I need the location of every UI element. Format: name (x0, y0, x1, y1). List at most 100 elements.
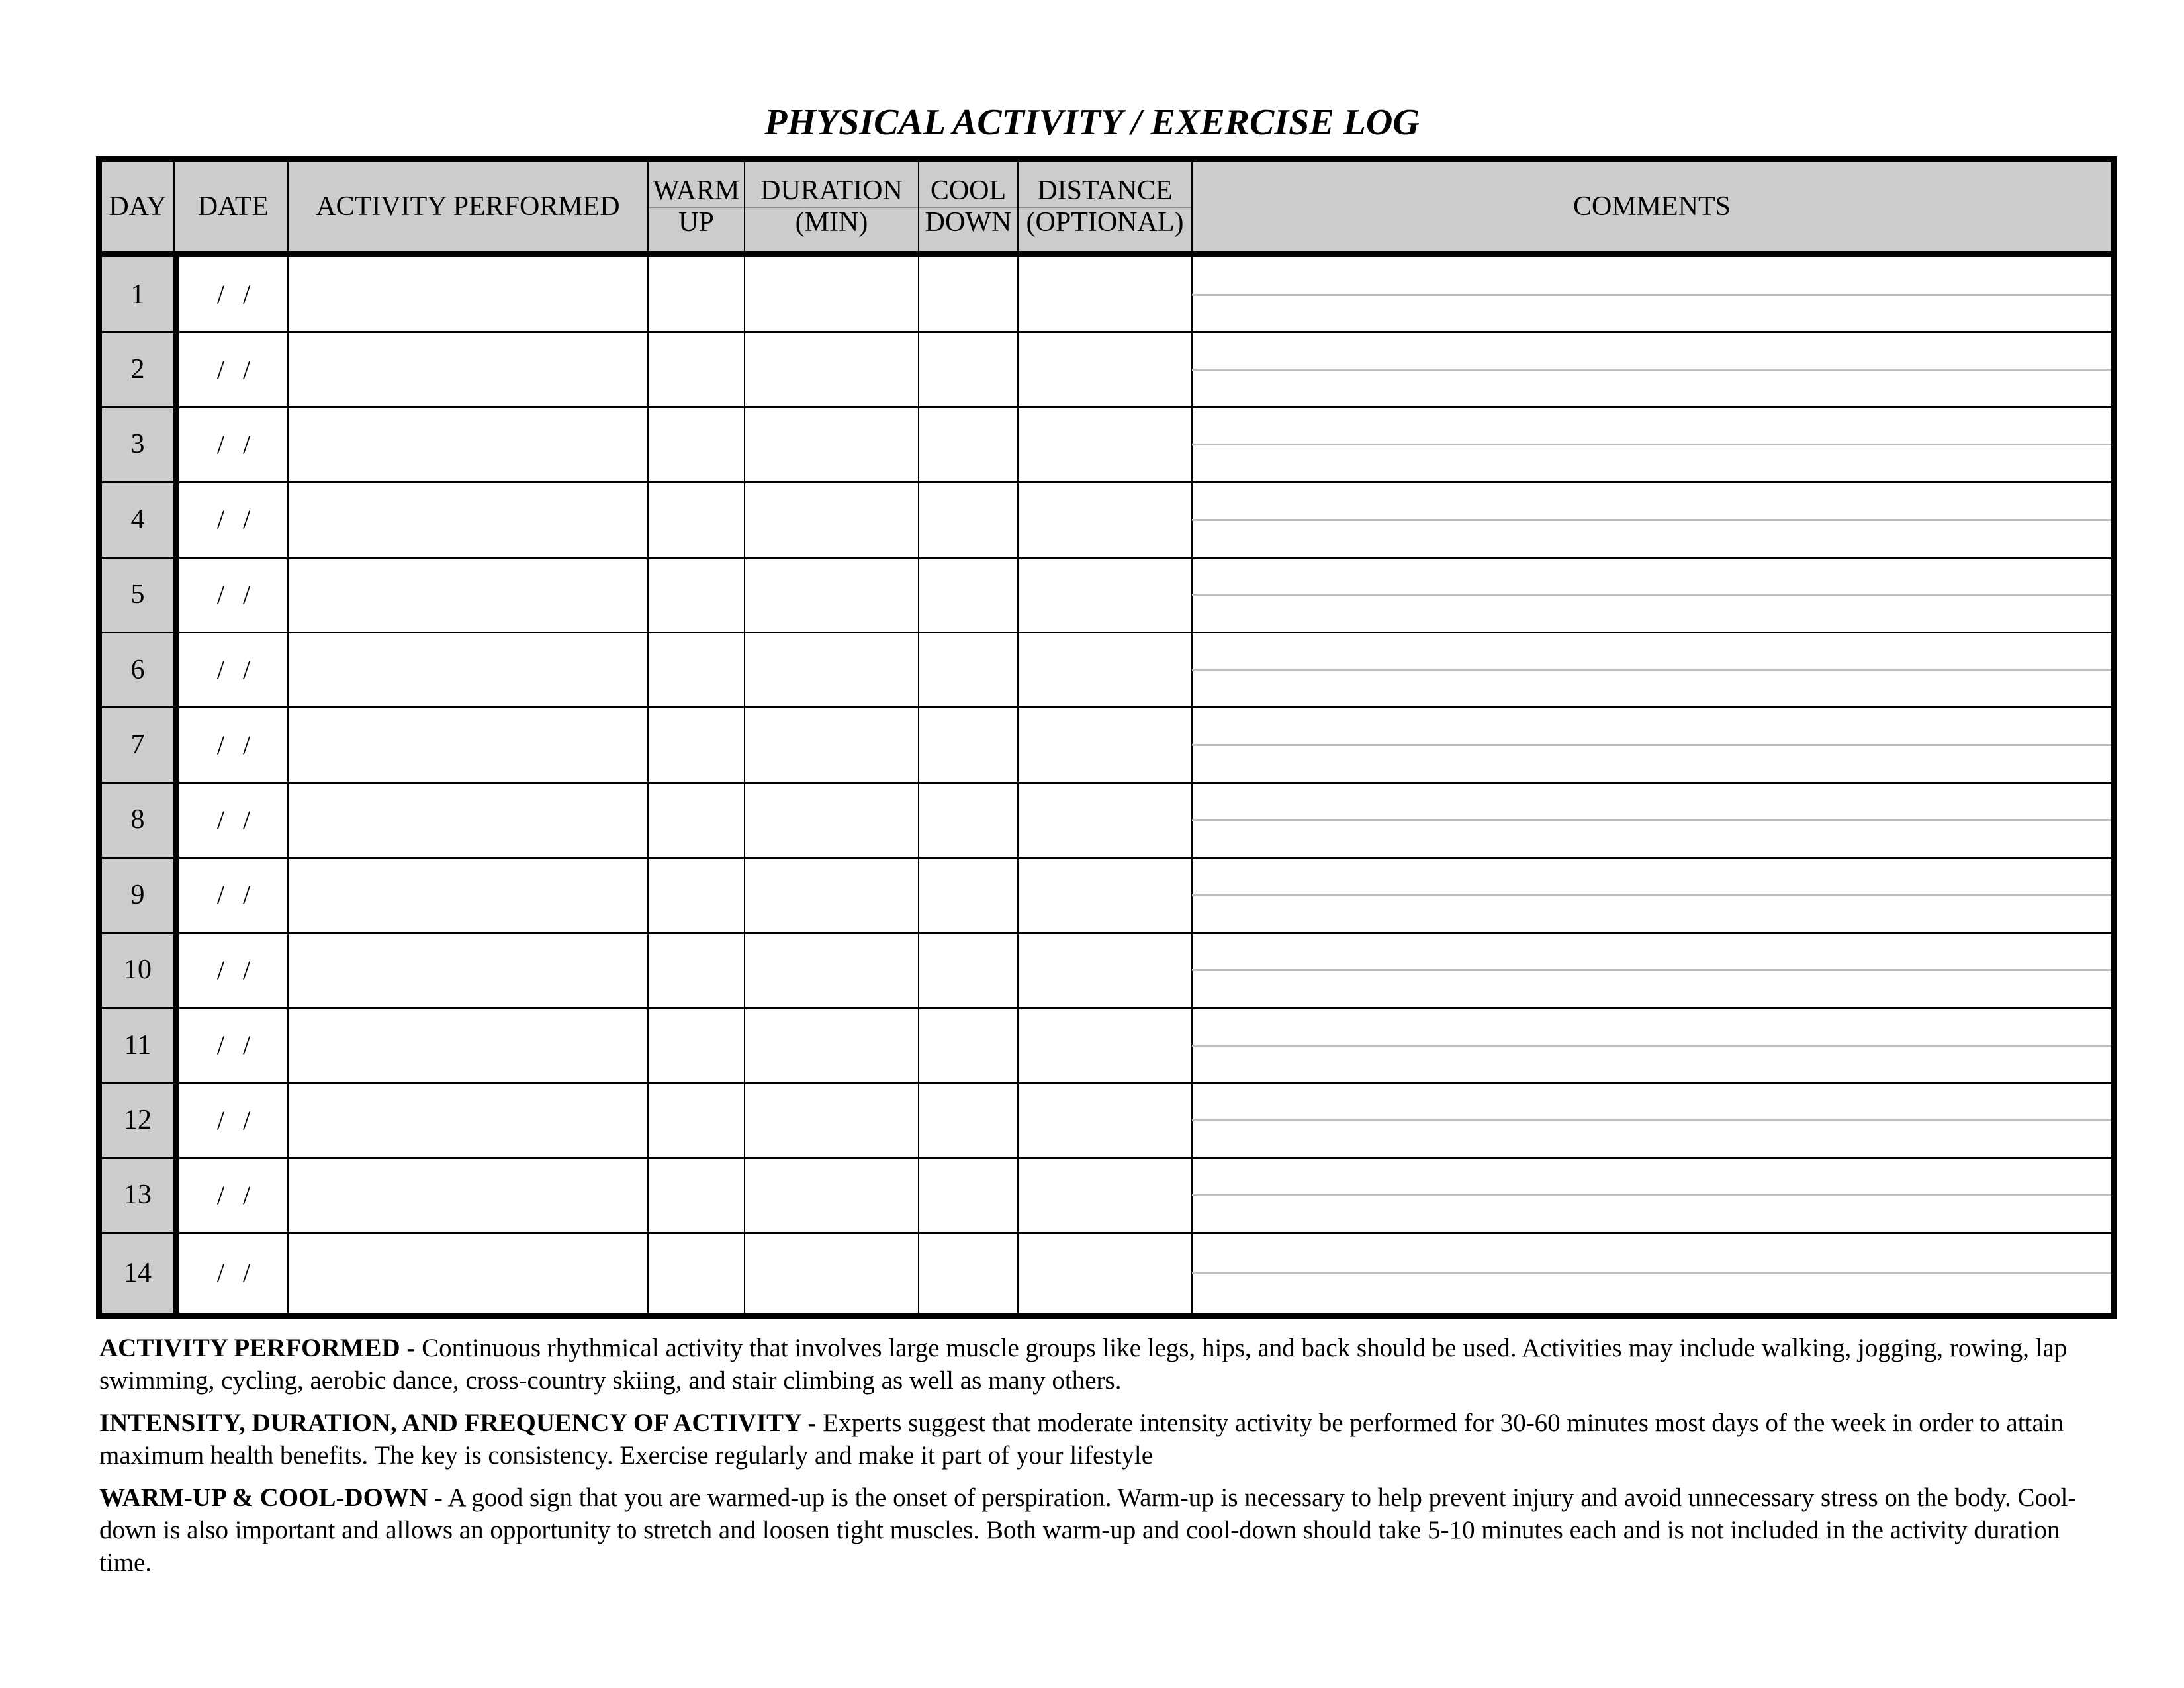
distance-field[interactable] (1019, 557, 1191, 632)
duration-field[interactable] (745, 857, 918, 932)
distance-field[interactable] (1019, 632, 1191, 707)
date-field[interactable]: / / (179, 782, 288, 857)
distance-field[interactable] (1019, 1233, 1191, 1313)
warmup-field[interactable] (649, 332, 744, 406)
duration-field[interactable] (745, 1233, 918, 1313)
activity-field[interactable] (289, 332, 647, 406)
duration-field[interactable] (745, 332, 918, 406)
duration-field[interactable] (745, 1082, 918, 1157)
cooldown-field[interactable] (919, 632, 1017, 707)
duration-field[interactable] (745, 707, 918, 782)
row-divider (102, 1156, 2111, 1159)
column-header-label: COOL (930, 175, 1007, 206)
cooldown-field[interactable] (919, 857, 1017, 932)
warmup-field[interactable] (649, 1233, 744, 1313)
warmup-field[interactable] (649, 482, 744, 557)
cooldown-field[interactable] (919, 482, 1017, 557)
warmup-field[interactable] (649, 707, 744, 782)
warmup-field[interactable] (649, 1158, 744, 1233)
cooldown-field[interactable] (919, 1233, 1017, 1313)
date-field[interactable]: / / (179, 1008, 288, 1082)
column-header-sublabel: (MIN) (795, 207, 868, 238)
activity-field[interactable] (289, 933, 647, 1008)
table-row: 14 / / (102, 1233, 2111, 1313)
date-field[interactable]: / / (179, 1082, 288, 1157)
column-divider (173, 162, 175, 251)
duration-field[interactable] (745, 407, 918, 482)
date-field[interactable]: / / (179, 933, 288, 1008)
activity-field[interactable] (289, 1082, 647, 1157)
distance-field[interactable] (1019, 407, 1191, 482)
activity-field[interactable] (289, 557, 647, 632)
warmup-field[interactable] (649, 1008, 744, 1082)
row-divider (102, 556, 2111, 559)
warmup-field[interactable] (649, 557, 744, 632)
duration-field[interactable] (745, 1008, 918, 1082)
warmup-field[interactable] (649, 1082, 744, 1157)
cooldown-field[interactable] (919, 407, 1017, 482)
distance-field[interactable] (1019, 933, 1191, 1008)
distance-field[interactable] (1019, 257, 1191, 332)
duration-field[interactable] (745, 257, 918, 332)
column-header-label: DAY (109, 191, 167, 222)
date-field[interactable]: / / (179, 707, 288, 782)
distance-field[interactable] (1019, 782, 1191, 857)
cooldown-field[interactable] (919, 1158, 1017, 1233)
activity-field[interactable] (289, 257, 647, 332)
column-header-label: DATE (197, 191, 269, 222)
day-number: 12 (124, 1105, 152, 1136)
activity-field[interactable] (289, 1233, 647, 1313)
date-field[interactable]: / / (179, 1158, 288, 1233)
distance-field[interactable] (1019, 482, 1191, 557)
date-field[interactable]: / / (179, 1233, 288, 1313)
date-field[interactable]: / / (179, 557, 288, 632)
date-field[interactable]: / / (179, 857, 288, 932)
activity-field[interactable] (289, 1158, 647, 1233)
duration-field[interactable] (745, 1158, 918, 1233)
cooldown-field[interactable] (919, 557, 1017, 632)
date-field[interactable]: / / (179, 407, 288, 482)
distance-field[interactable] (1019, 707, 1191, 782)
duration-field[interactable] (745, 782, 918, 857)
activity-field[interactable] (289, 632, 647, 707)
activity-field[interactable] (289, 707, 647, 782)
date-field[interactable]: / / (179, 332, 288, 406)
table-row: 7 / / (102, 707, 2111, 782)
warmup-field[interactable] (649, 782, 744, 857)
distance-field[interactable] (1019, 1008, 1191, 1082)
warmup-field[interactable] (649, 257, 744, 332)
warmup-field[interactable] (649, 632, 744, 707)
duration-field[interactable] (745, 482, 918, 557)
row-divider (102, 781, 2111, 784)
date-field[interactable]: / / (179, 257, 288, 332)
distance-field[interactable] (1019, 1082, 1191, 1157)
date-field[interactable]: / / (179, 482, 288, 557)
activity-field[interactable] (289, 857, 647, 932)
duration-field[interactable] (745, 933, 918, 1008)
cooldown-field[interactable] (919, 1008, 1017, 1082)
cooldown-field[interactable] (919, 782, 1017, 857)
activity-field[interactable] (289, 482, 647, 557)
warmup-field[interactable] (649, 407, 744, 482)
activity-field[interactable] (289, 1008, 647, 1082)
cooldown-field[interactable] (919, 257, 1017, 332)
distance-field[interactable] (1019, 857, 1191, 932)
activity-field[interactable] (289, 782, 647, 857)
cooldown-field[interactable] (919, 707, 1017, 782)
column-header-label: DURATION (760, 175, 903, 206)
date-field[interactable]: / / (179, 632, 288, 707)
warmup-field[interactable] (649, 857, 744, 932)
row-divider (102, 931, 2111, 934)
duration-field[interactable] (745, 557, 918, 632)
activity-field[interactable] (289, 407, 647, 482)
warmup-field[interactable] (649, 933, 744, 1008)
duration-field[interactable] (745, 632, 918, 707)
cooldown-field[interactable] (919, 332, 1017, 406)
cooldown-field[interactable] (919, 933, 1017, 1008)
cooldown-field[interactable] (919, 1082, 1017, 1157)
column-header-duration: DURATION (MIN) (745, 162, 918, 251)
column-header-cooldown: COOL DOWN (919, 162, 1017, 251)
distance-field[interactable] (1019, 1158, 1191, 1233)
distance-field[interactable] (1019, 332, 1191, 406)
exercise-log-table: DAY DATE ACTIVITY PERFORMED WARM UP DURATION(… (96, 156, 2117, 1319)
